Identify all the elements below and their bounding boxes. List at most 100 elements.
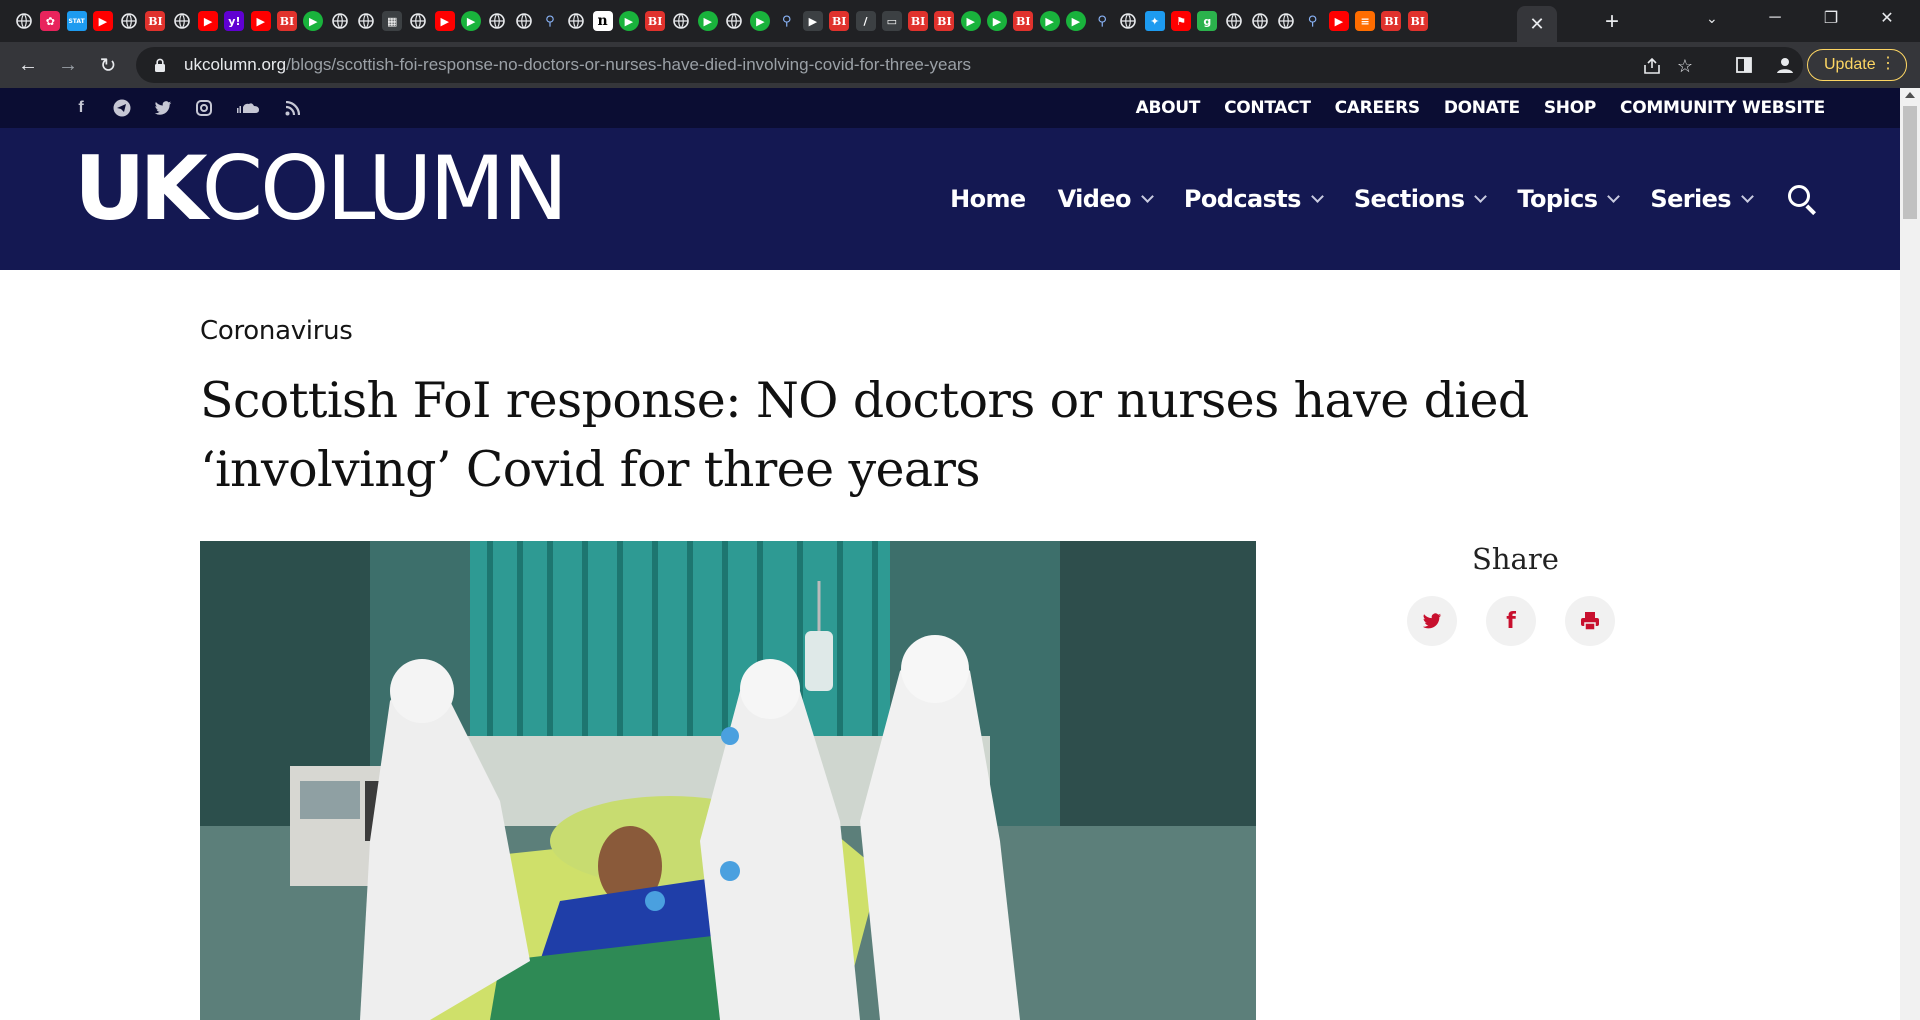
yahoo-icon[interactable]: y!: [224, 11, 245, 31]
top-link-careers[interactable]: CAREERS: [1335, 98, 1420, 118]
bookmark-star-icon[interactable]: ☆: [1674, 55, 1696, 77]
rss-icon[interactable]: [283, 99, 301, 117]
new-tab-button[interactable]: +: [1598, 8, 1626, 36]
globe-icon[interactable]: [487, 11, 507, 31]
globe-icon[interactable]: [1250, 11, 1270, 31]
globe-icon[interactable]: [408, 11, 428, 31]
bi-icon[interactable]: BI: [934, 11, 955, 31]
top-link-community-website[interactable]: COMMUNITY WEBSITE: [1620, 98, 1825, 118]
doc-icon[interactable]: ▭: [881, 11, 902, 31]
play-icon[interactable]: ▶: [750, 11, 771, 31]
telegram-icon[interactable]: [113, 99, 131, 117]
search-icon[interactable]: [1786, 183, 1818, 215]
nav-item-topics[interactable]: Topics: [1517, 185, 1621, 213]
browser-tabstrip: ✿ STAT ▶ BI ▶ y! ▶ BI ▶ ▦ ▶ ▶ ⚲ n ▶ BI ▶ ▶ ⚲ ▶ BI / ▭ BI BI ▶ ▶ BI ▶…: [0, 0, 1920, 42]
instagram-icon[interactable]: [195, 99, 213, 117]
bi-icon[interactable]: BI: [1381, 11, 1402, 31]
play-icon[interactable]: ▶: [960, 11, 981, 31]
youtube-icon[interactable]: ▶: [250, 11, 271, 31]
globe-icon[interactable]: [172, 11, 192, 31]
globe-icon[interactable]: [566, 11, 586, 31]
active-tab[interactable]: ✕: [1517, 6, 1557, 42]
globe-icon[interactable]: [1276, 11, 1296, 31]
close-tab-icon[interactable]: ✕: [1529, 14, 1544, 35]
youtube-icon[interactable]: ▶: [434, 11, 455, 31]
more-menu-icon[interactable]: ⋮: [1880, 53, 1896, 73]
globe-icon[interactable]: [119, 11, 139, 31]
site-logo[interactable]: UK COLUMN: [74, 145, 568, 233]
nav-item-home[interactable]: Home: [950, 185, 1026, 213]
twitter-icon[interactable]: [154, 99, 172, 117]
g-icon[interactable]: g: [1197, 11, 1218, 31]
nav-item-video[interactable]: Video: [1058, 185, 1154, 213]
play-icon[interactable]: ▶: [303, 11, 324, 31]
bookmark-icon[interactable]: ≡: [1355, 11, 1376, 31]
lock-icon[interactable]: [154, 57, 168, 73]
globe-icon[interactable]: [514, 11, 534, 31]
image-icon[interactable]: ▦: [382, 11, 403, 31]
minimize-icon[interactable]: ─: [1747, 0, 1803, 36]
arrow-icon[interactable]: ▶: [802, 11, 823, 31]
play-icon[interactable]: ▶: [986, 11, 1007, 31]
play-icon[interactable]: ▶: [461, 11, 482, 31]
top-link-shop[interactable]: SHOP: [1544, 98, 1596, 118]
n-icon[interactable]: n: [592, 11, 613, 31]
globe-icon[interactable]: [1118, 11, 1138, 31]
forward-arrow-icon[interactable]: →: [52, 49, 84, 81]
nav-item-series[interactable]: Series: [1650, 185, 1754, 213]
search-icon[interactable]: ⚲: [540, 11, 560, 31]
twitter-icon[interactable]: ✦: [1144, 11, 1165, 31]
text-icon[interactable]: /: [855, 11, 876, 31]
page-scrollbar[interactable]: [1900, 88, 1920, 1020]
share-twitter-button[interactable]: [1407, 596, 1457, 646]
nav-item-podcasts[interactable]: Podcasts: [1184, 185, 1324, 213]
search-icon[interactable]: ⚲: [1303, 11, 1323, 31]
stat-icon[interactable]: STAT: [66, 11, 87, 31]
soundcloud-icon[interactable]: [236, 99, 260, 117]
search-icon[interactable]: ⚲: [1092, 11, 1112, 31]
globe-icon[interactable]: [1224, 11, 1244, 31]
youtube-icon[interactable]: ▶: [1328, 11, 1349, 31]
globe-icon[interactable]: [671, 11, 691, 31]
scroll-up-arrow-icon[interactable]: [1905, 92, 1915, 98]
youtube-icon[interactable]: ▶: [198, 11, 219, 31]
play-icon[interactable]: ▶: [1065, 11, 1086, 31]
article-category[interactable]: Coronavirus: [200, 316, 353, 346]
pin-icon[interactable]: ⚑: [1171, 11, 1192, 31]
bi-icon[interactable]: BI: [276, 11, 297, 31]
reload-icon[interactable]: ↻: [92, 49, 124, 81]
address-bar[interactable]: ukcolumn.org/blogs/scottish-foi-response…: [136, 47, 1803, 83]
globe-icon[interactable]: [356, 11, 376, 31]
globe-icon[interactable]: [724, 11, 744, 31]
print-button[interactable]: [1565, 596, 1615, 646]
bi-icon[interactable]: BI: [829, 11, 850, 31]
restore-icon[interactable]: ❐: [1803, 0, 1859, 36]
window-close-icon[interactable]: ✕: [1859, 0, 1915, 36]
share-facebook-button[interactable]: f: [1486, 596, 1536, 646]
profile-icon[interactable]: [1774, 54, 1796, 76]
share-page-icon[interactable]: [1641, 55, 1663, 77]
bi-icon[interactable]: BI: [645, 11, 666, 31]
update-button[interactable]: Update ⋮: [1807, 49, 1907, 81]
bi-icon[interactable]: BI: [1407, 11, 1428, 31]
top-link-donate[interactable]: DONATE: [1444, 98, 1520, 118]
search-icon[interactable]: ⚲: [777, 11, 797, 31]
tab-search-chevron-icon[interactable]: ⌄: [1706, 10, 1718, 27]
bi-icon[interactable]: BI: [908, 11, 929, 31]
top-link-about[interactable]: ABOUT: [1136, 98, 1201, 118]
back-arrow-icon[interactable]: ←: [12, 49, 44, 81]
youtube-icon[interactable]: ▶: [92, 11, 113, 31]
play-icon[interactable]: ▶: [1039, 11, 1060, 31]
bi-icon[interactable]: BI: [145, 11, 166, 31]
bi-icon[interactable]: BI: [1013, 11, 1034, 31]
globe-icon[interactable]: [330, 11, 350, 31]
top-link-contact[interactable]: CONTACT: [1224, 98, 1311, 118]
globe-icon[interactable]: [14, 11, 34, 31]
nav-item-sections[interactable]: Sections: [1354, 185, 1488, 213]
play-icon[interactable]: ▶: [697, 11, 718, 31]
facebook-icon[interactable]: f: [72, 99, 90, 117]
side-panel-icon[interactable]: [1733, 54, 1755, 76]
scroll-thumb[interactable]: [1903, 106, 1917, 219]
pinwheel-icon[interactable]: ✿: [40, 11, 61, 31]
play-icon[interactable]: ▶: [618, 11, 639, 31]
